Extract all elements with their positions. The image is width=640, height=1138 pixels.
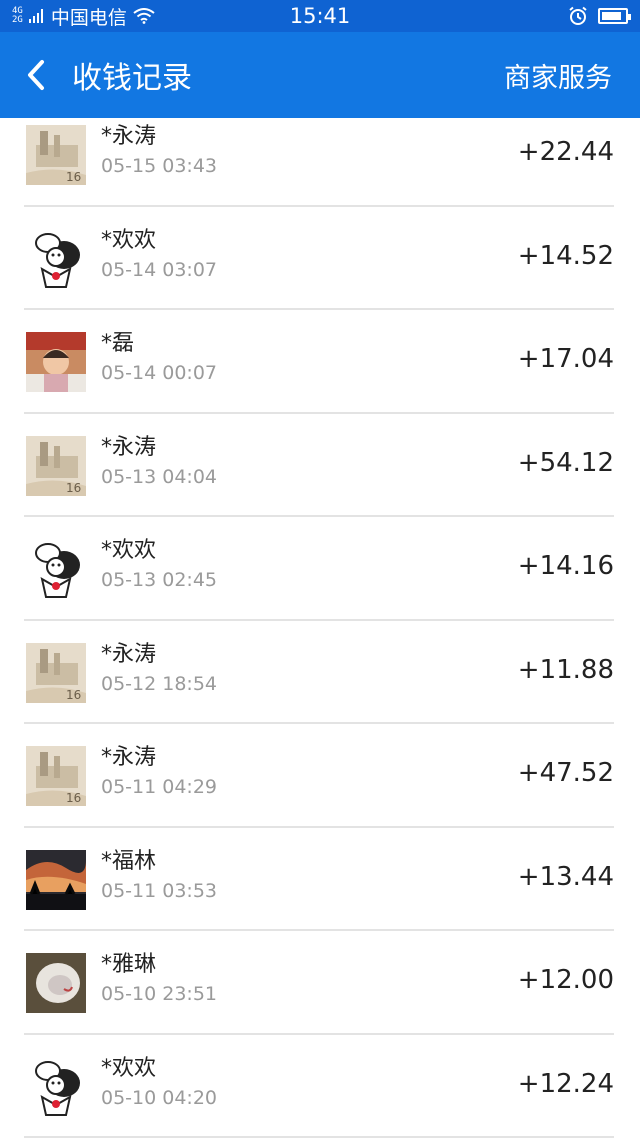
payment-time: 05-11 04:29 <box>101 776 218 798</box>
payment-amount: +22.44 <box>517 137 614 167</box>
payment-amount: +14.52 <box>517 240 614 271</box>
payer-name: *福林 <box>101 848 157 874</box>
payment-time: 05-12 18:54 <box>101 672 218 695</box>
record-row[interactable]: *磊 05-14 00:07 +17.04 <box>24 310 614 414</box>
avatar <box>26 1056 86 1117</box>
payment-time: 05-14 00:07 <box>101 362 218 384</box>
nav-bar: 收钱记录 商家服务 <box>0 32 640 118</box>
record-row[interactable]: *欢欢 05-13 02:45 +14.16 <box>24 517 614 621</box>
payer-name: *永涛 <box>101 745 157 770</box>
payment-amount: +47.52 <box>517 758 614 788</box>
status-bar: 4G 2G 中国电信 15:41 <box>0 0 640 32</box>
payer-name: *雅琳 <box>101 952 157 977</box>
svg-text:16: 16 <box>66 170 81 184</box>
payment-record-list: 16 *永涛 05-15 03:43 +22.44 *欢欢 05-14 03:0… <box>0 118 640 1138</box>
avatar <box>26 539 86 599</box>
payment-amount: +14.16 <box>517 551 614 581</box>
battery-icon <box>598 8 631 24</box>
record-row[interactable]: 16 *永涛 05-11 04:29 +47.52 <box>24 724 614 828</box>
payment-amount: +11.88 <box>517 654 614 685</box>
avatar: 16 <box>26 746 86 806</box>
network-type-icon: 4G 2G <box>12 6 23 25</box>
record-row[interactable]: *欢欢 05-10 04:20 +12.24 <box>24 1035 614 1138</box>
avatar: 16 <box>26 435 86 496</box>
payer-name: *磊 <box>101 331 135 356</box>
avatar <box>26 849 86 910</box>
payment-amount: +54.12 <box>517 447 614 478</box>
payment-time: 05-11 03:53 <box>101 879 218 902</box>
payment-time: 05-14 03:07 <box>101 258 218 281</box>
chevron-left-icon <box>28 60 44 90</box>
payment-time: 05-10 04:20 <box>101 1086 218 1109</box>
record-row[interactable]: *欢欢 05-14 03:07 +14.52 <box>24 207 614 310</box>
svg-text:16: 16 <box>66 791 81 805</box>
payer-name: *欢欢 <box>101 538 157 563</box>
svg-text:16: 16 <box>66 481 81 495</box>
avatar <box>26 228 86 289</box>
avatar <box>26 332 86 392</box>
status-left: 4G 2G 中国电信 <box>12 3 155 30</box>
payment-time: 05-10 23:51 <box>101 983 218 1005</box>
record-row[interactable]: 16 *永涛 05-15 03:43 +22.44 <box>24 118 614 207</box>
payment-amount: +13.44 <box>517 861 614 892</box>
payer-name: *永涛 <box>101 124 157 149</box>
back-button[interactable] <box>0 32 72 118</box>
carrier-name: 中国电信 <box>50 6 127 29</box>
status-right <box>568 6 631 26</box>
payment-time: 05-13 04:04 <box>101 465 218 488</box>
payment-amount: +12.24 <box>517 1068 614 1099</box>
wifi-icon <box>133 8 155 24</box>
record-row[interactable]: 16 *永涛 05-12 18:54 +11.88 <box>24 621 614 724</box>
payment-time: 05-15 03:43 <box>101 155 218 177</box>
avatar: 16 <box>26 125 86 185</box>
merchant-service-button[interactable]: 商家服务 <box>504 32 612 118</box>
record-row[interactable]: *雅琳 05-10 23:51 +12.00 <box>24 931 614 1035</box>
record-row[interactable]: 16 *永涛 05-13 04:04 +54.12 <box>24 414 614 517</box>
svg-text:16: 16 <box>66 688 81 702</box>
payer-name: *永涛 <box>101 641 157 667</box>
payer-name: *欢欢 <box>101 227 157 253</box>
payer-name: *欢欢 <box>101 1055 157 1081</box>
avatar <box>26 953 86 1013</box>
alarm-icon <box>569 6 587 25</box>
payment-time: 05-13 02:45 <box>101 569 218 591</box>
payment-amount: +17.04 <box>517 344 614 374</box>
record-row[interactable]: *福林 05-11 03:53 +13.44 <box>24 828 614 931</box>
page-title: 收钱记录 <box>72 61 192 96</box>
payment-amount: +12.00 <box>517 965 614 995</box>
payer-name: *永涛 <box>101 434 157 460</box>
avatar: 16 <box>26 642 86 703</box>
signal-icon <box>28 9 43 23</box>
